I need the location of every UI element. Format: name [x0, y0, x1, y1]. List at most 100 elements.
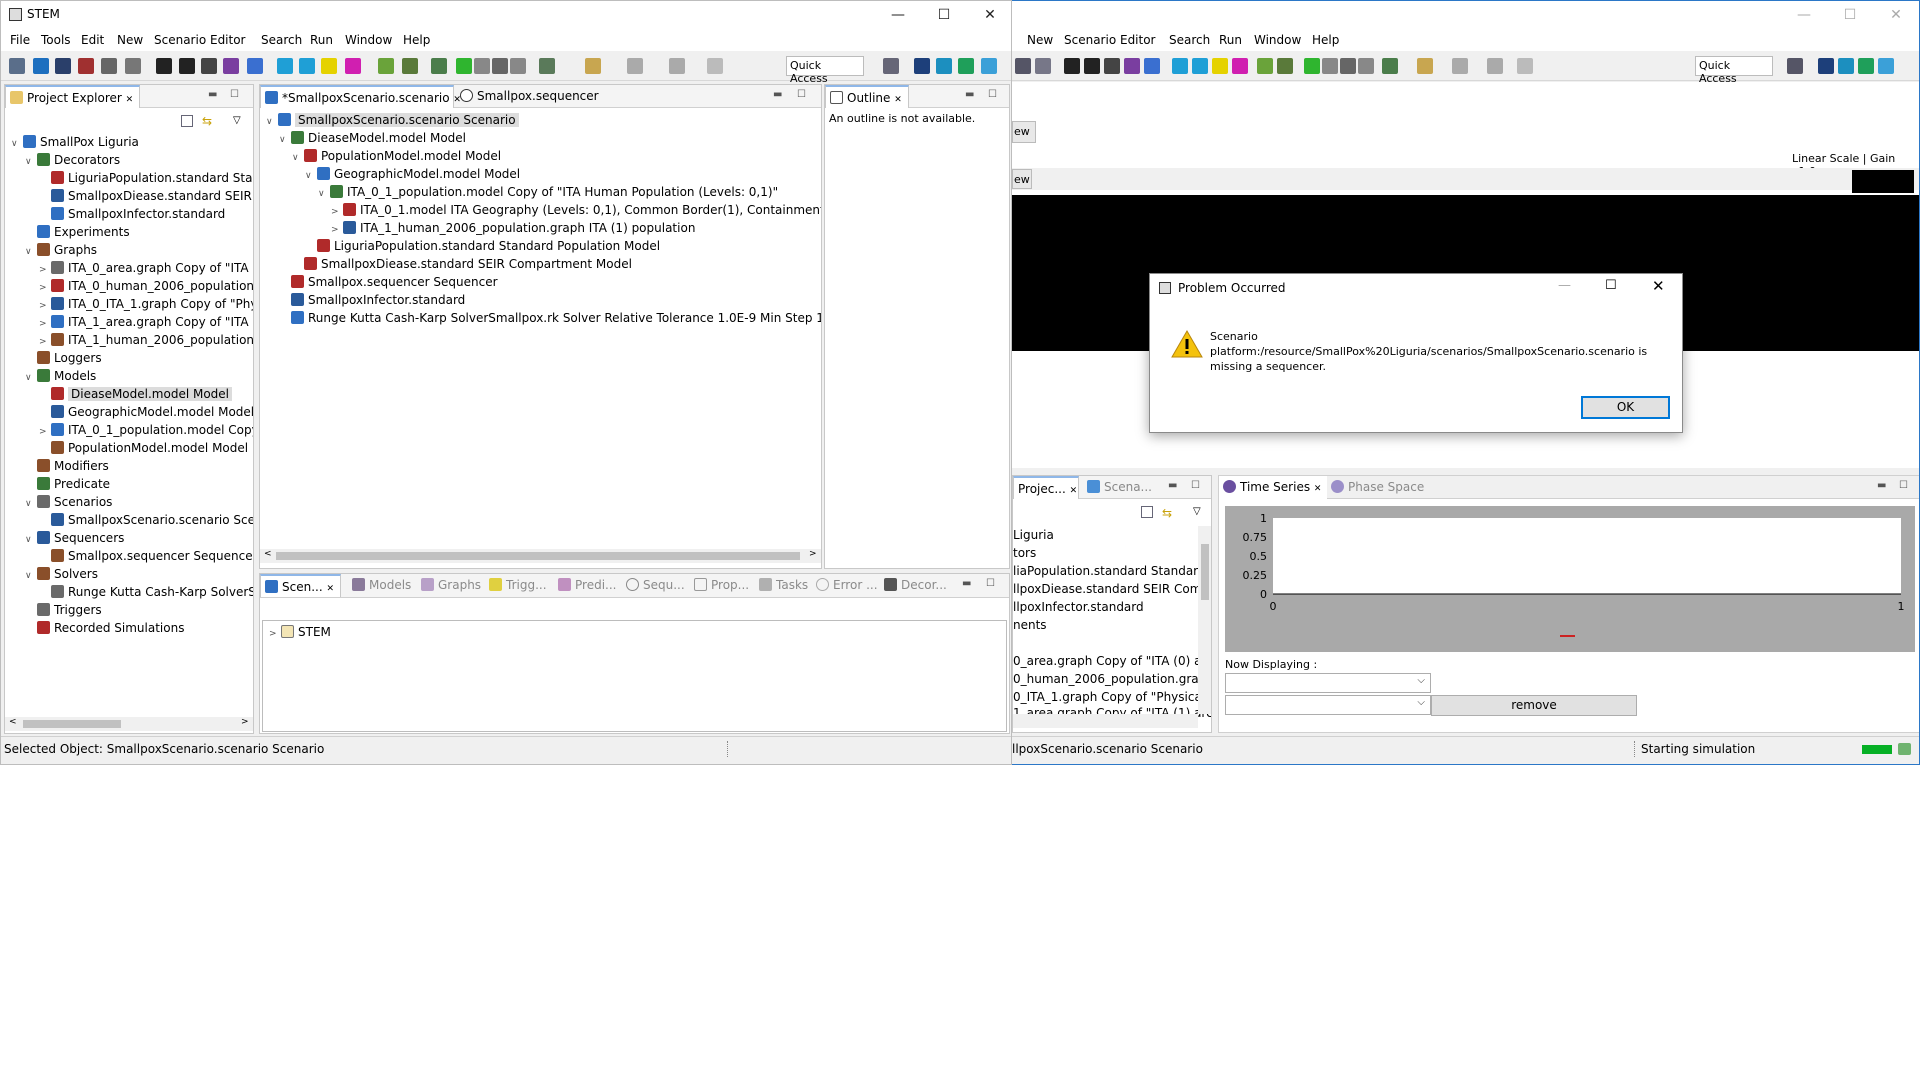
chevron-down-icon[interactable]: ∨: [292, 149, 304, 167]
tree-item[interactable]: Runge Kutta Cash-Karp SolverSmallpox.rk …: [279, 309, 821, 327]
perspective-icon[interactable]: [936, 58, 952, 74]
quick-access-field[interactable]: Quick Access: [786, 56, 864, 85]
minimize-icon[interactable]: ▬: [1877, 480, 1886, 491]
menu-file[interactable]: File: [10, 33, 30, 47]
close-icon[interactable]: ✕: [1873, 1, 1919, 29]
toolbar-icon[interactable]: [1084, 58, 1100, 74]
tree-item[interactable]: 0_human_2006_population.graph C: [1013, 670, 1211, 688]
view-button-1[interactable]: ew: [1012, 121, 1036, 143]
scrollbar-thumb[interactable]: [23, 720, 121, 728]
scroll-left-icon[interactable]: <: [9, 717, 17, 727]
tree-item[interactable]: llpoxDiease.standard SEIR Compar: [1013, 580, 1211, 598]
view-menu-icon[interactable]: ▽: [1193, 506, 1201, 517]
collapse-all-icon[interactable]: [1141, 506, 1153, 518]
toolbar-icon[interactable]: [1064, 58, 1080, 74]
toolbar-icon[interactable]: [55, 58, 71, 74]
maximize-icon[interactable]: ☐: [1827, 1, 1873, 29]
tree-item[interactable]: DieaseModel.model Model: [39, 385, 232, 403]
tab-project-explorer[interactable]: Project Explorer ✕: [5, 85, 141, 108]
tree-item[interactable]: Smallpox.sequencer Sequencer: [279, 273, 498, 291]
play-icon[interactable]: [1304, 58, 1320, 74]
close-icon[interactable]: ✕: [1070, 486, 1078, 496]
chevron-down-icon[interactable]: ∨: [25, 495, 37, 513]
toolbar-icon[interactable]: [378, 58, 394, 74]
tab-properties[interactable]: Prop...: [690, 574, 755, 597]
tree-item[interactable]: SmallpoxDiease.standard SEIR Compartment…: [39, 187, 253, 205]
tree-item-stem[interactable]: > STEM: [269, 623, 331, 641]
perspective-icon[interactable]: [1838, 58, 1854, 74]
close-icon[interactable]: ✕: [1314, 484, 1322, 494]
tab-graphs[interactable]: Graphs: [417, 574, 487, 597]
menu-edit[interactable]: Edit: [81, 33, 104, 47]
toolbar-icon[interactable]: [1035, 58, 1051, 74]
tab-sequencer-editor[interactable]: Smallpox.sequencer: [456, 85, 605, 108]
perspective-icon[interactable]: [981, 58, 997, 74]
toolbar-icon[interactable]: [1517, 58, 1533, 74]
toolbar-icon[interactable]: [1487, 58, 1503, 74]
toolbar-icon[interactable]: [627, 58, 643, 74]
toolbar-icon[interactable]: [179, 58, 195, 74]
step-icon[interactable]: [1340, 58, 1356, 74]
toolbar-icon[interactable]: [247, 58, 263, 74]
toolbar-icon[interactable]: [299, 58, 315, 74]
tab-error-log[interactable]: Error ...: [812, 574, 884, 597]
toolbar-icon[interactable]: [277, 58, 293, 74]
chevron-down-icon[interactable]: ∨: [279, 131, 291, 149]
scroll-left-icon[interactable]: <: [264, 549, 272, 559]
menu-help[interactable]: Help: [403, 33, 430, 47]
tree-item[interactable]: GeographicModel.model Model: [39, 403, 253, 421]
quick-access-field[interactable]: Quick Access: [1695, 56, 1773, 85]
menu-scenario-editor[interactable]: Scenario Editor: [154, 33, 246, 47]
tree-item[interactable]: Smallpox.sequencer Sequencer: [39, 547, 253, 565]
toolbar-icon[interactable]: [1232, 58, 1248, 74]
chevron-down-icon[interactable]: ∨: [25, 369, 37, 387]
scrollbar-thumb[interactable]: [1201, 544, 1209, 600]
horizontal-scrollbar[interactable]: < >: [260, 549, 821, 563]
toolbar-icon[interactable]: [78, 58, 94, 74]
menu-window[interactable]: Window: [345, 33, 392, 47]
maximize-icon[interactable]: ☐: [988, 89, 997, 100]
toolbar-icon[interactable]: [156, 58, 172, 74]
menu-tools[interactable]: Tools: [41, 33, 71, 47]
toolbar-icon[interactable]: [33, 58, 49, 74]
ok-button[interactable]: OK: [1581, 396, 1670, 419]
maximize-icon[interactable]: ☐: [986, 578, 995, 589]
tree-item[interactable]: ∨ GeographicModel.model Model: [305, 165, 520, 183]
chevron-down-icon[interactable]: ∨: [25, 243, 37, 261]
tree-item[interactable]: Liguria: [1013, 526, 1054, 544]
menu-new[interactable]: New: [1027, 33, 1053, 47]
tab-outline[interactable]: Outline ✕: [825, 85, 909, 108]
tab-phase-space[interactable]: Phase Space: [1327, 476, 1430, 499]
maximize-icon[interactable]: ☐: [1191, 480, 1200, 491]
menu-search[interactable]: Search: [261, 33, 302, 47]
chevron-down-icon[interactable]: ∨: [25, 153, 37, 171]
menu-window[interactable]: Window: [1254, 33, 1301, 47]
tab-scenarios[interactable]: Scena...: [1083, 476, 1158, 499]
maximize-icon[interactable]: ☐: [1605, 278, 1617, 293]
tree-item[interactable]: >ITA_1_area.graph Copy of "ITA (1) area": [39, 313, 253, 331]
tree-item[interactable]: ∨ PopulationModel.model Model: [292, 147, 501, 165]
tree-item[interactable]: Loggers: [25, 349, 102, 367]
toolbar-icon[interactable]: [1144, 58, 1160, 74]
minimize-icon[interactable]: ▬: [773, 89, 782, 100]
tree-item[interactable]: ∨ Sequencers: [25, 529, 124, 547]
toolbar-icon[interactable]: [345, 58, 361, 74]
toolbar-icon[interactable]: [669, 58, 685, 74]
toolbar-icon[interactable]: [707, 58, 723, 74]
perspective-icon[interactable]: [1878, 58, 1894, 74]
perspective-icon[interactable]: [883, 58, 899, 74]
minimize-icon[interactable]: —: [875, 1, 921, 29]
toolbar-icon[interactable]: [101, 58, 117, 74]
chevron-down-icon[interactable]: ∨: [266, 113, 278, 131]
view-menu-icon[interactable]: ▽: [233, 115, 241, 126]
display-select-1[interactable]: ⌵: [1225, 673, 1431, 693]
tree-item[interactable]: Recorded Simulations: [25, 619, 184, 637]
close-icon[interactable]: ✕: [126, 95, 134, 105]
collapse-all-icon[interactable]: [181, 115, 193, 127]
menu-run[interactable]: Run: [310, 33, 333, 47]
tree-item[interactable]: ∨ Graphs: [25, 241, 97, 259]
tree-item[interactable]: ∨ ITA_0_1_population.model Copy of "ITA H…: [318, 183, 778, 201]
tree-item[interactable]: >ITA_0_human_2006_population.graph Copy: [39, 277, 253, 295]
display-select-2[interactable]: ⌵: [1225, 695, 1431, 715]
chevron-down-icon[interactable]: ∨: [25, 567, 37, 585]
